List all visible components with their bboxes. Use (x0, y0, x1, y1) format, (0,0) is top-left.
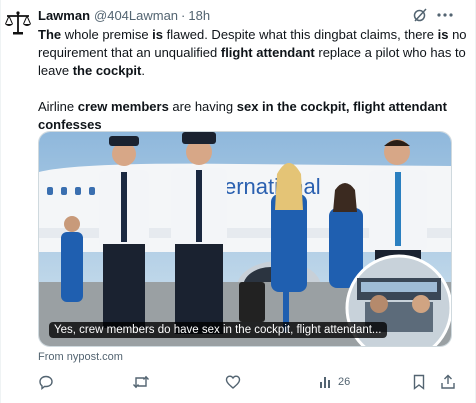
views-chart-icon (320, 377, 330, 388)
bookmark-button[interactable] (412, 373, 426, 391)
airline-livery-text: ernational (224, 174, 321, 199)
avatar[interactable] (3, 8, 33, 38)
text-run: . (141, 63, 145, 78)
highlight-the-cockpit: the cockpit (72, 63, 142, 78)
highlight-is: is (437, 27, 449, 42)
separator-dot: · (181, 7, 186, 23)
highlight-is: is (152, 27, 164, 42)
heart-icon (225, 375, 241, 389)
share-button[interactable] (440, 373, 456, 391)
card-source[interactable]: From nypost.com (38, 351, 123, 363)
more-options-icon[interactable] (436, 7, 454, 23)
highlight-the: The (38, 27, 62, 42)
paragraph-1: The whole premise is flawed. Despite wha… (38, 26, 468, 80)
tweet[interactable]: Lawman @404Lawman · 18h The whole premis… (0, 0, 476, 403)
text-run: whole premise (61, 27, 153, 42)
action-bar: 26 (38, 373, 458, 391)
scales-of-justice-icon (5, 11, 31, 35)
reply-button[interactable] (38, 373, 59, 391)
tweet-header: Lawman @404Lawman · 18h (38, 7, 210, 23)
highlight-crew-members: crew members (77, 99, 169, 114)
share-icon (441, 374, 455, 389)
reply-icon (39, 375, 53, 390)
text-run: Airline (38, 99, 78, 114)
repost-icon (132, 375, 150, 389)
bookmark-icon (413, 374, 425, 390)
views-button[interactable]: 26 (319, 373, 350, 391)
tweet-text: The whole premise is flawed. Despite wha… (38, 26, 468, 134)
author-name[interactable]: Lawman (38, 8, 90, 23)
views-count: 26 (338, 376, 351, 388)
text-run: flawed. Despite what this dingbat claims… (163, 27, 438, 42)
author-handle[interactable]: @404Lawman (94, 8, 178, 23)
text-run: are having (168, 99, 237, 114)
grok-icon[interactable] (412, 7, 428, 23)
highlight-flight-attendant: flight attendant (220, 45, 315, 60)
link-card[interactable]: ernational Yes, crew members do have sex… (38, 131, 452, 347)
card-caption[interactable]: Yes, crew members do have sex in the coc… (49, 322, 387, 338)
card-image: ernational (39, 132, 451, 346)
paragraph-2: Airline crew members are having sex in t… (38, 98, 468, 134)
like-button[interactable] (225, 373, 246, 391)
timestamp[interactable]: 18h (188, 8, 210, 23)
repost-button[interactable] (132, 373, 155, 391)
